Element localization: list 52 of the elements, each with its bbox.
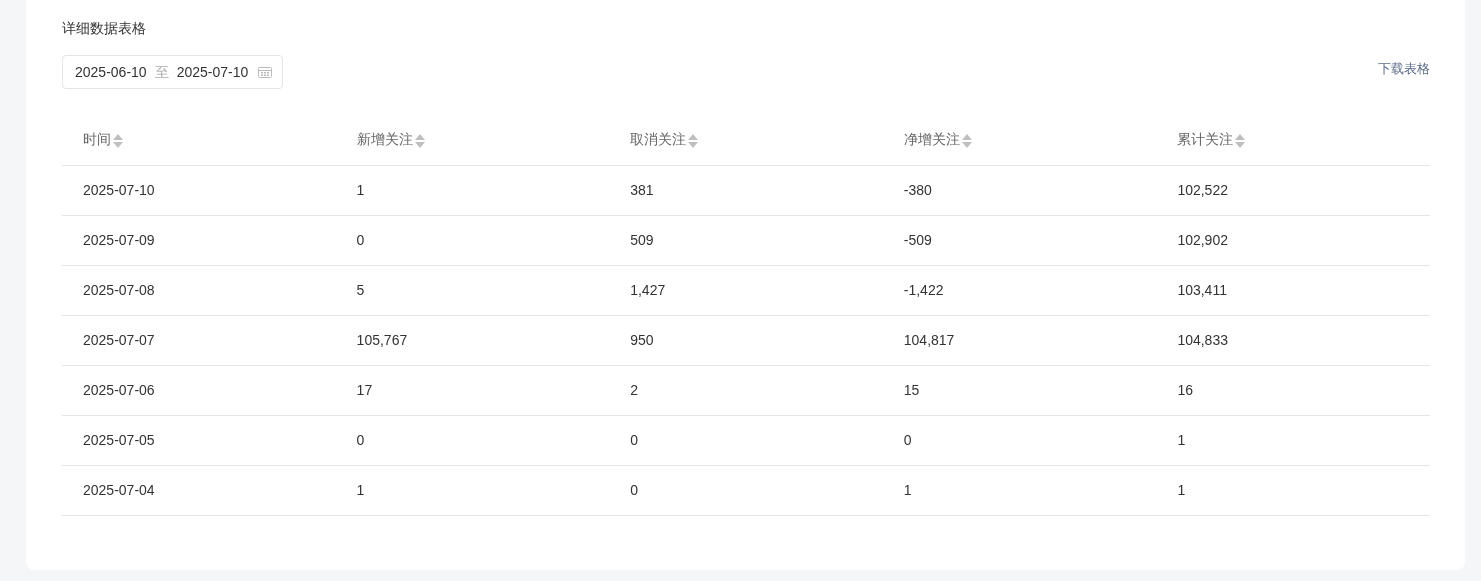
table-cell: 509	[630, 231, 654, 248]
range-separator: 至	[154, 62, 169, 82]
table-cell: -509	[903, 231, 932, 248]
table-cell: 2025-07-06	[83, 381, 155, 398]
table-cell: 104,833	[1177, 331, 1228, 348]
table-cell: 2025-07-09	[83, 231, 155, 248]
section-title: 详细数据表格	[62, 19, 147, 38]
column-header[interactable]: 取消关注	[630, 131, 687, 148]
table-cell: 5	[356, 281, 365, 298]
calendar-icon	[258, 66, 272, 78]
table-cell: 16	[1177, 381, 1193, 398]
table-cell: 103,411	[1177, 281, 1227, 298]
table-cell: 2025-07-04	[83, 481, 155, 498]
sort-icon[interactable]	[414, 133, 425, 148]
table-cell: 15	[903, 381, 920, 398]
date-range-field[interactable]: 2025-06-10 至 2025-07-10	[62, 55, 283, 89]
table-cell: 381	[630, 181, 654, 198]
table-cell: 102,522	[1177, 181, 1228, 198]
table-cell: 2025-07-07	[83, 331, 155, 348]
table-cell: 1	[903, 481, 912, 498]
table-cell: 1	[356, 481, 365, 498]
table-cell: 0	[630, 481, 638, 498]
table-cell: 1,427	[630, 281, 666, 298]
table-cell: 104,817	[903, 331, 955, 348]
table-cell: 0	[630, 431, 638, 448]
sort-icon[interactable]	[1235, 133, 1246, 148]
table-cell: 17	[356, 381, 373, 398]
start-date: 2025-06-10	[75, 62, 147, 82]
sort-icon[interactable]	[688, 133, 699, 148]
column-header[interactable]: 累计关注	[1177, 131, 1234, 148]
table-cell: 950	[630, 331, 654, 348]
table-cell: 0	[356, 431, 365, 448]
table-cell: -380	[903, 181, 932, 198]
download-table-link[interactable]: 下载表格	[1378, 59, 1430, 79]
table-cell: 1	[356, 181, 365, 198]
sort-icon[interactable]	[961, 133, 972, 148]
table-cell: 1	[1177, 481, 1186, 498]
column-header[interactable]: 时间	[83, 131, 111, 148]
table-cell: 105,767	[356, 331, 408, 348]
table-cell: 2	[630, 381, 638, 398]
column-header[interactable]: 新增关注	[356, 131, 413, 148]
column-header[interactable]: 净增关注	[903, 131, 960, 148]
table-cell: 2025-07-10	[83, 181, 155, 198]
table-cell: 0	[356, 231, 365, 248]
sort-icon[interactable]	[113, 133, 123, 148]
table-cell: 1	[1177, 431, 1186, 448]
table-cell: 102,902	[1177, 231, 1228, 248]
table-cell: 2025-07-08	[83, 281, 155, 298]
table-cell: 0	[903, 431, 912, 448]
end-date: 2025-07-10	[176, 62, 249, 82]
table-cell: 2025-07-05	[83, 431, 155, 448]
table-cell: -1,422	[903, 281, 944, 298]
